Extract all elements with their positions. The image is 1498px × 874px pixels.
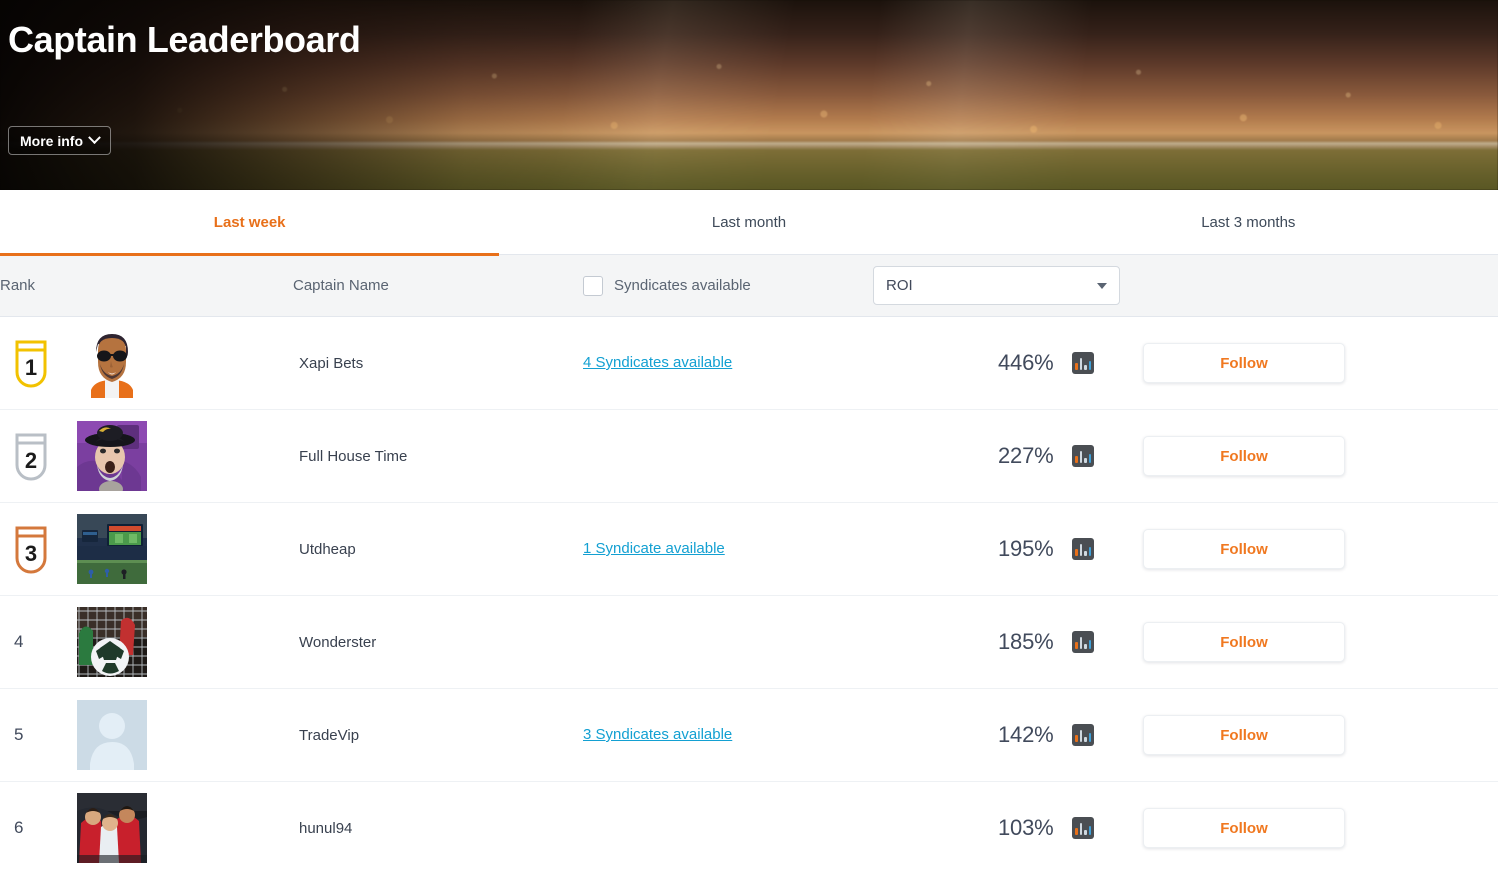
syndicates-cell: 1 Syndicate available (583, 540, 873, 558)
tab-last-3-months-label: Last 3 months (1201, 214, 1296, 231)
table-row[interactable]: 4 Wonderster 185% Follow (0, 596, 1498, 689)
follow-button[interactable]: Follow (1143, 436, 1345, 476)
gold-medal-icon: 1 (14, 338, 48, 389)
rank-cell: 3 (0, 524, 76, 575)
avatar (77, 700, 147, 770)
avatar (77, 607, 147, 677)
captain-name: Utdheap (299, 540, 356, 558)
leaderboard-table-header: Rank Captain Name Syndicates available R… (0, 255, 1498, 317)
rank-cell: 6 (0, 818, 76, 838)
tab-last-3-months[interactable]: Last 3 months (999, 190, 1498, 255)
avatar-cell[interactable] (76, 793, 293, 863)
bronze-medal-icon: 3 (14, 524, 48, 575)
action-cell: Follow (1143, 715, 1498, 755)
rank-cell: 5 (0, 725, 76, 745)
rank-number: 6 (14, 818, 24, 837)
roi-cell: 195% (873, 536, 1143, 562)
roi-value: 195% (998, 536, 1054, 561)
table-row[interactable]: 3 Utdheap 1 Syndicate available 195% Fol… (0, 503, 1498, 596)
follow-button[interactable]: Follow (1143, 622, 1345, 662)
captain-name: Full House Time (299, 447, 408, 465)
hero-banner: Captain Leaderboard More info (0, 0, 1498, 190)
roi-value: 185% (998, 629, 1054, 654)
rank-number: 5 (14, 725, 24, 744)
roi-cell: 142% (873, 722, 1143, 748)
syndicates-cell: 4 Syndicates available (583, 354, 873, 372)
bar-chart-icon[interactable] (1072, 724, 1095, 746)
follow-button[interactable]: Follow (1143, 808, 1345, 848)
action-cell: Follow (1143, 343, 1498, 383)
rank-cell: 2 (0, 431, 76, 482)
syndicates-available-checkbox[interactable] (583, 275, 603, 296)
action-cell: Follow (1143, 622, 1498, 662)
roi-value: 446% (998, 350, 1054, 375)
tab-last-week[interactable]: Last week (0, 190, 500, 256)
svg-text:1: 1 (25, 355, 37, 380)
rank-cell: 1 (0, 338, 76, 389)
table-row[interactable]: 5 TradeVip 3 Syndicates available 142% F… (0, 689, 1498, 782)
tab-last-month[interactable]: Last month (499, 190, 998, 255)
silver-medal-icon: 2 (14, 431, 48, 482)
period-tabs: Last week Last month Last 3 months (0, 190, 1498, 256)
avatar (77, 793, 147, 863)
syndicates-available-link[interactable]: 4 Syndicates available (583, 354, 732, 371)
tab-last-week-label: Last week (213, 214, 286, 231)
follow-button[interactable]: Follow (1143, 343, 1345, 383)
roi-value: 227% (998, 443, 1054, 468)
avatar-cell[interactable] (76, 700, 293, 770)
sort-by-select[interactable]: ROI (873, 266, 1120, 305)
roi-cell: 185% (873, 629, 1143, 655)
follow-button[interactable]: Follow (1143, 529, 1345, 569)
svg-text:3: 3 (25, 541, 37, 566)
column-header-captain-name: Captain Name (293, 277, 583, 295)
bar-chart-icon[interactable] (1072, 352, 1095, 374)
roi-cell: 227% (873, 443, 1143, 469)
avatar-cell[interactable] (76, 421, 293, 491)
column-header-captain-name-label: Captain Name (293, 276, 389, 294)
svg-text:2: 2 (25, 448, 37, 473)
syndicates-available-link[interactable]: 3 Syndicates available (583, 726, 732, 743)
captain-name: Xapi Bets (299, 354, 364, 372)
roi-cell: 103% (873, 815, 1143, 841)
action-cell: Follow (1143, 436, 1498, 476)
bar-chart-icon[interactable] (1072, 631, 1095, 653)
more-info-label: More info (20, 132, 83, 149)
syndicates-available-label: Syndicates available (614, 277, 751, 294)
column-header-syndicates: Syndicates available (583, 275, 873, 296)
captain-name: TradeVip (299, 726, 360, 744)
captain-name: Wonderster (299, 633, 377, 651)
page-title: Captain Leaderboard (8, 19, 361, 60)
table-row[interactable]: 6 hunul94 103% Follow (0, 782, 1498, 874)
syndicates-cell: 3 Syndicates available (583, 726, 873, 744)
avatar-cell[interactable] (76, 514, 293, 584)
follow-button[interactable]: Follow (1143, 715, 1345, 755)
table-row[interactable]: 2 Full House Time 227% Follow (0, 410, 1498, 503)
action-cell: Follow (1143, 529, 1498, 569)
avatar-cell[interactable] (76, 328, 293, 398)
bar-chart-icon[interactable] (1072, 445, 1095, 467)
tab-last-month-label: Last month (711, 214, 787, 231)
avatar (77, 328, 147, 398)
rank-number: 4 (14, 632, 24, 651)
bar-chart-icon[interactable] (1072, 817, 1095, 839)
syndicates-available-link[interactable]: 1 Syndicate available (583, 540, 725, 557)
rank-cell: 4 (0, 632, 76, 652)
bar-chart-icon[interactable] (1072, 538, 1095, 560)
more-info-button[interactable]: More info (8, 126, 111, 155)
chevron-down-icon (1097, 282, 1107, 289)
avatar (77, 421, 147, 491)
chevron-down-icon (88, 131, 101, 145)
column-header-rank: Rank (0, 277, 76, 295)
column-header-sort: ROI (873, 266, 1143, 305)
avatar-cell[interactable] (76, 607, 293, 677)
sort-by-select-value: ROI (886, 277, 913, 294)
table-row[interactable]: 1 Xapi Bets 4 Syndicates available 446% … (0, 317, 1498, 410)
column-header-rank-label: Rank (0, 276, 36, 294)
roi-value: 142% (998, 722, 1054, 747)
roi-cell: 446% (873, 350, 1143, 376)
captain-name: hunul94 (299, 819, 353, 837)
roi-value: 103% (998, 815, 1054, 840)
avatar (77, 514, 147, 584)
action-cell: Follow (1143, 808, 1498, 848)
